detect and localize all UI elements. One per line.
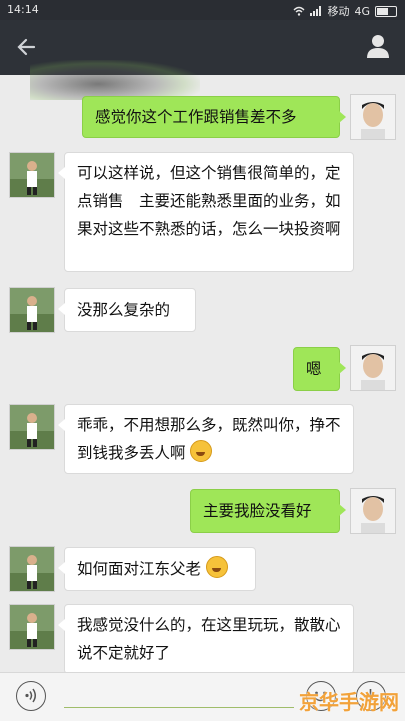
avatar[interactable]	[350, 94, 396, 140]
message-text: 感觉你这个工作跟销售差不多	[95, 108, 297, 126]
avatar[interactable]	[9, 287, 55, 333]
message-bubble[interactable]: 感觉你这个工作跟销售差不多	[82, 96, 346, 138]
message-text: 我感觉没什么的，在这里玩玩，散散心 说不定就好了	[77, 616, 341, 662]
avatar[interactable]	[9, 604, 55, 650]
battery-icon	[375, 5, 397, 17]
message-text: 没那么复杂的	[77, 301, 171, 319]
message-text: 如何面对江东父老	[77, 560, 202, 578]
watermark: 京华手游网	[299, 690, 399, 714]
wifi-icon	[293, 6, 305, 16]
message-text: 嗯	[306, 360, 322, 378]
message-bubble[interactable]: 我感觉没什么的，在这里玩玩，散散心 说不定就好了	[58, 604, 354, 674]
laughing-tears-emoji	[205, 556, 228, 578]
message-bubble[interactable]: 可以这样说，但这个销售很简单的，定点销售 主要还能熟悉里面的业务，如果对这些不熟…	[58, 152, 354, 272]
message-bubble[interactable]: 没那么复杂的	[58, 288, 196, 332]
avatar[interactable]	[9, 152, 55, 198]
laughing-tears-emoji	[190, 440, 213, 462]
avatar[interactable]	[350, 345, 396, 391]
person-icon[interactable]	[365, 33, 391, 59]
status-bar: 14:14 移动 4G	[0, 0, 405, 20]
network-label: 4G	[354, 4, 370, 18]
voice-icon[interactable]	[16, 681, 46, 711]
message-text: 主要我脸没看好	[203, 502, 312, 520]
message-input[interactable]	[64, 707, 294, 708]
avatar[interactable]	[9, 546, 55, 592]
message-bubble[interactable]: 主要我脸没看好	[190, 489, 346, 533]
signal-icon	[310, 6, 322, 16]
avatar[interactable]	[350, 488, 396, 534]
arrow-left-icon[interactable]	[12, 32, 42, 62]
message-bubble[interactable]: 嗯	[293, 347, 346, 391]
redaction-smudge	[30, 60, 200, 100]
status-time: 14:14	[7, 3, 39, 16]
message-bubble[interactable]: 如何面对江东父老	[58, 547, 256, 591]
message-text: 可以这样说，但这个销售很简单的，定点销售 主要还能熟悉里面的业务，如果对这些不熟…	[77, 164, 341, 238]
avatar[interactable]	[9, 404, 55, 450]
carrier-label: 移动	[327, 5, 350, 18]
message-bubble[interactable]: 乖乖，不用想那么多，既然叫你，挣不到钱我多丢人啊	[58, 404, 354, 474]
